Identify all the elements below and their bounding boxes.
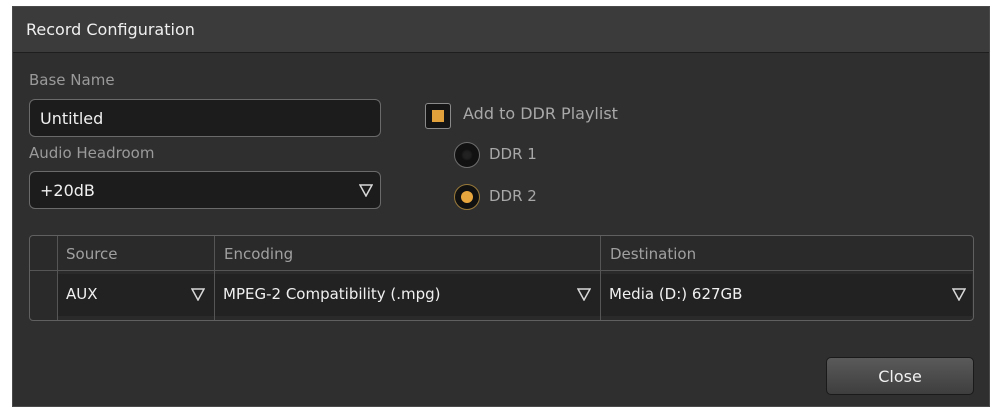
destination-value: Media (D:) 627GB: [609, 285, 743, 303]
encoding-select[interactable]: MPEG-2 Compatibility (.mpg): [215, 274, 600, 316]
add-to-ddr-playlist-label: Add to DDR Playlist: [463, 104, 618, 123]
radio-dot: [461, 191, 473, 203]
base-name-label: Base Name: [29, 71, 115, 89]
ddr2-label: DDR 2: [489, 187, 537, 205]
checkbox-checked-mark: [432, 110, 444, 122]
encoding-value: MPEG-2 Compatibility (.mpg): [223, 285, 441, 303]
dialog-title: Record Configuration: [26, 20, 195, 39]
source-select[interactable]: AUX: [58, 274, 214, 316]
radio-dot: [461, 149, 473, 161]
add-to-ddr-playlist-checkbox[interactable]: [425, 103, 451, 129]
chevron-down-icon: [577, 288, 591, 301]
audio-headroom-value: +20dB: [40, 181, 95, 200]
close-button[interactable]: Close: [826, 357, 974, 395]
source-value: AUX: [66, 285, 98, 303]
chevron-down-icon: [952, 288, 966, 301]
column-header-destination: Destination: [610, 245, 697, 263]
base-name-input[interactable]: [29, 99, 381, 137]
table-header: Source Encoding Destination: [30, 236, 973, 271]
destination-select[interactable]: Media (D:) 627GB: [601, 274, 972, 316]
record-configuration-dialog: Record Configuration Base Name Audio Hea…: [12, 6, 990, 407]
column-header-encoding: Encoding: [224, 245, 294, 263]
record-sources-table: Source Encoding Destination AUX MPEG-2 C…: [29, 235, 974, 321]
ddr1-label: DDR 1: [489, 145, 537, 163]
ddr1-radio[interactable]: [454, 142, 480, 168]
chevron-down-icon: [191, 288, 205, 301]
audio-headroom-label: Audio Headroom: [29, 144, 155, 162]
column-header-source: Source: [66, 245, 118, 263]
audio-headroom-select[interactable]: +20dB: [29, 171, 381, 209]
ddr2-radio[interactable]: [454, 184, 480, 210]
chevron-down-icon: [359, 184, 373, 197]
dialog-titlebar: Record Configuration: [13, 7, 989, 53]
